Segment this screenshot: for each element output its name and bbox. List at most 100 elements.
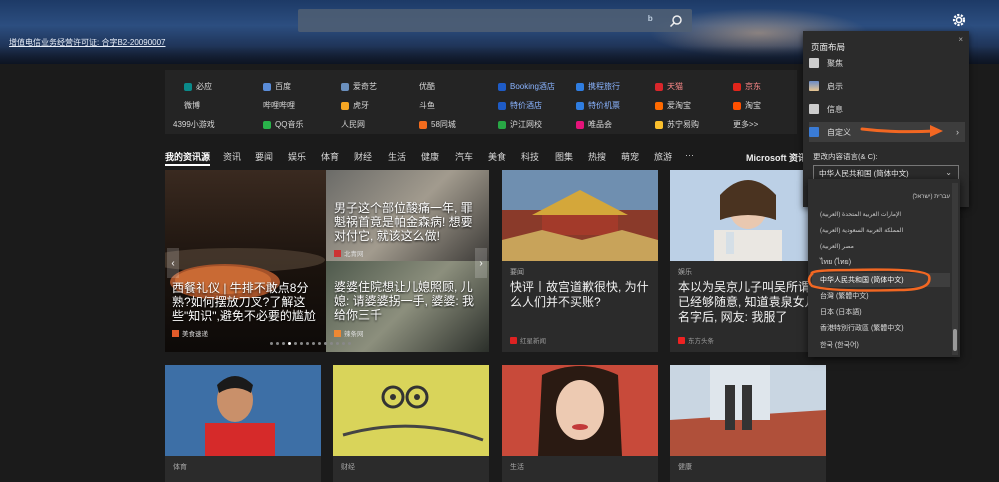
language-option[interactable]: مصر (العربية)	[812, 239, 950, 253]
language-option[interactable]: 台灣 (繁體中文)	[812, 289, 950, 303]
language-option[interactable]: 日本 (日本語)	[812, 305, 950, 319]
card-title[interactable]: 快评丨故宫道歉很快, 为什么人们并不买账?	[510, 280, 652, 310]
tab-gallery[interactable]: 图集	[555, 150, 573, 163]
quick-link[interactable]: 苏宁易购	[655, 119, 699, 130]
news-card-health[interactable]: 健康	[670, 365, 826, 482]
runner-image	[670, 365, 826, 456]
quick-link[interactable]: 哔哩哔哩	[263, 100, 295, 111]
quick-link[interactable]: 虎牙	[341, 100, 369, 111]
quick-link[interactable]: Booking酒店	[498, 81, 555, 92]
quick-link[interactable]: 天猫	[655, 81, 683, 92]
chevron-right-icon: ›	[956, 127, 959, 137]
athlete-image	[165, 365, 321, 456]
quick-link[interactable]: 人民网	[341, 119, 365, 130]
quick-link[interactable]: 特价机票	[576, 100, 620, 111]
quick-link[interactable]: 4399小游戏	[173, 119, 215, 130]
tab-pets[interactable]: 萌宠	[621, 150, 639, 163]
tab-food[interactable]: 美食	[488, 150, 506, 163]
site-icon	[341, 82, 349, 91]
quick-link[interactable]: 必应	[184, 81, 212, 92]
tab-my-feed[interactable]: 我的资讯源	[165, 150, 211, 166]
news-card-sports[interactable]: 体育	[165, 365, 321, 482]
tab-entertainment[interactable]: 娱乐	[288, 150, 306, 163]
quick-link[interactable]: 唯品会	[576, 119, 612, 130]
quick-link[interactable]: 淘宝	[733, 100, 761, 111]
qqmusic-icon	[263, 120, 271, 129]
language-label: 更改内容语言(& C):	[813, 152, 878, 161]
actress2-image	[502, 365, 658, 456]
tab-news[interactable]: 资讯	[223, 150, 241, 163]
pencil-icon	[809, 127, 819, 137]
quick-link[interactable]: 微博	[184, 100, 200, 111]
booking-icon	[498, 101, 506, 110]
quick-link[interactable]: 百度	[263, 81, 291, 92]
feature-carousel[interactable]: ‹ › 西餐礼仪 | 牛排不敢点8分熟?如何摆放刀叉?了解这些"知识",避免不必…	[165, 170, 489, 352]
tab-health[interactable]: 健康	[421, 150, 439, 163]
tmall-icon	[655, 82, 663, 91]
layout-option-custom[interactable]: 自定义 ›	[809, 122, 965, 142]
source-icon	[510, 336, 517, 344]
search-icon[interactable]	[669, 14, 683, 28]
tab-trending[interactable]: 热搜	[588, 150, 606, 163]
layout-thumb-icon	[809, 81, 819, 91]
tab-life[interactable]: 生活	[388, 150, 406, 163]
quick-link[interactable]: 沪江网校	[498, 119, 542, 130]
quick-link[interactable]: 58同城	[419, 119, 456, 130]
taobao-icon	[733, 101, 741, 110]
quick-link[interactable]: 特价酒店	[498, 100, 542, 111]
tab-sports[interactable]: 体育	[321, 150, 339, 163]
tab-tech[interactable]: 科技	[521, 150, 539, 163]
bike-image	[333, 365, 489, 456]
quick-link[interactable]: 斗鱼	[419, 100, 435, 111]
feature-big-title[interactable]: 西餐礼仪 | 牛排不敢点8分熟?如何摆放刀叉?了解这些"知识",避免不必要的尴尬	[172, 281, 320, 323]
feature-bottom-right-title[interactable]: 婆婆住院想让儿媳照顾, 儿媳: 请婆婆拐一手, 婆婆: 我给你三千	[334, 280, 484, 322]
card-source: 东方头条	[678, 335, 714, 345]
language-option[interactable]: المملكة العربية السعودية (العربية)	[812, 223, 950, 237]
settings-gear-icon[interactable]	[951, 12, 967, 28]
news-card-finance[interactable]: 财经	[333, 365, 489, 482]
tab-finance[interactable]: 财经	[354, 150, 372, 163]
news-card-life[interactable]: 生活	[502, 365, 658, 482]
card-source: 红星新闻	[510, 335, 546, 345]
layout-option-focused[interactable]: 聚焦	[809, 53, 965, 73]
news-card-palace[interactable]: 要闻 快评丨故宫道歉很快, 为什么人们并不买账? 红星新闻	[502, 170, 658, 352]
scrollbar-thumb[interactable]	[953, 329, 957, 351]
quick-link[interactable]: 携程旅行	[576, 81, 620, 92]
quick-link[interactable]: 爱奇艺	[341, 81, 377, 92]
steak-image	[165, 170, 326, 352]
carousel-dots[interactable]	[270, 342, 351, 345]
dropdown-scrollbar[interactable]	[952, 183, 958, 355]
language-option[interactable]: 香港特別行政區 (繁體中文)	[812, 321, 950, 335]
bing-logo-icon: ᵇ	[648, 13, 653, 27]
tab-more[interactable]: ···	[685, 150, 694, 160]
quick-link[interactable]: 爱淘宝	[655, 100, 691, 111]
quick-link[interactable]: 优酷	[419, 81, 435, 92]
close-icon[interactable]: ×	[958, 35, 963, 44]
search-box[interactable]: ᵇ	[298, 9, 692, 32]
carousel-next-button[interactable]: ›	[475, 248, 487, 278]
carousel-prev-button[interactable]: ‹	[167, 248, 179, 278]
card-title[interactable]: 本以为吴京儿子叫吴所谓已经够随意, 知道袁泉女儿名字后, 网友: 我服了	[678, 280, 820, 325]
tab-auto[interactable]: 汽车	[455, 150, 473, 163]
suning-icon	[655, 120, 663, 129]
card-category: 要闻	[510, 269, 524, 276]
feature-top-right-source: 北青网	[334, 248, 364, 258]
language-option-selected[interactable]: 中华人民共和国 (简体中文)	[812, 273, 950, 287]
quick-link[interactable]: 京东	[733, 81, 761, 92]
more-links[interactable]: 更多>>	[733, 119, 758, 130]
layout-option-informational[interactable]: 信息	[809, 99, 965, 119]
license-link[interactable]: 增值电信业务经营许可证: 合字B2-20090007	[9, 37, 166, 48]
quick-link[interactable]: QQ音乐	[263, 119, 303, 130]
tab-headlines[interactable]: 要闻	[255, 150, 273, 163]
feature-top-right-title[interactable]: 男子这个部位酸痛一年, 罪魁祸首竟是帕金森病! 想要对付它, 就该这么做!	[334, 201, 484, 243]
card-category: 娱乐	[678, 269, 692, 276]
chevron-down-icon: ⌄	[945, 168, 952, 177]
card-category: 财经	[341, 464, 355, 471]
layout-option-inspirational[interactable]: 启示	[809, 76, 965, 96]
language-option[interactable]: 한국 (한국어)	[812, 338, 950, 352]
quick-links-panel: 必应 百度 爱奇艺 优酷 Booking酒店 携程旅行 天猫 京东 微博 哔哩哔…	[165, 70, 797, 134]
language-option[interactable]: ไทย (ไทย)	[812, 255, 950, 269]
language-option[interactable]: الإمارات العربية المتحدة (العربية)	[812, 207, 950, 221]
language-option[interactable]: עברית (ישראל)	[812, 190, 950, 204]
tab-travel[interactable]: 旅游	[654, 150, 672, 163]
